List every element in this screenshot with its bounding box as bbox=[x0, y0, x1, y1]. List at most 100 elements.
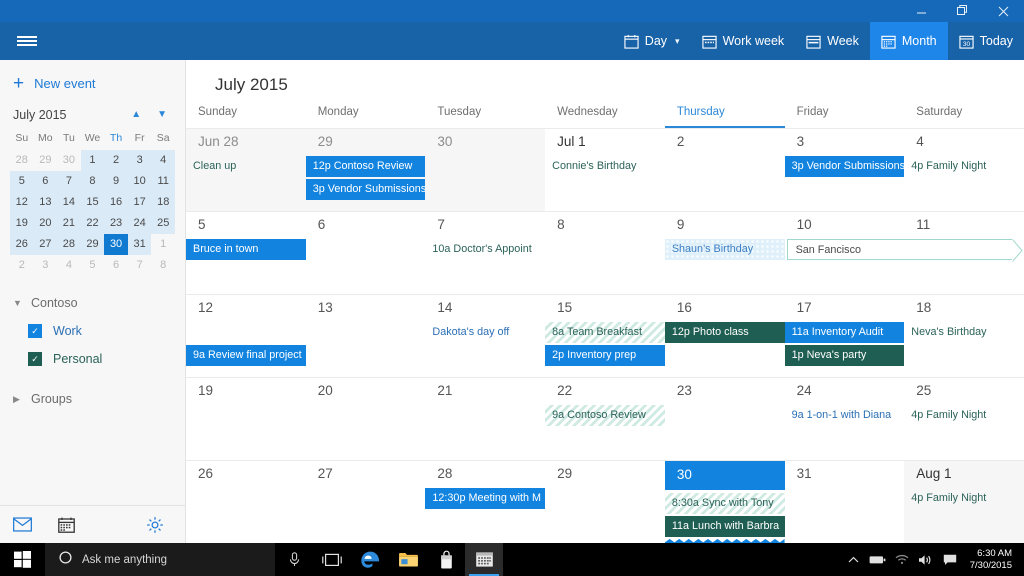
calendar-day-cell[interactable]: 158a Team Breakfast2p Inventory prep bbox=[545, 294, 665, 377]
action-center-icon[interactable] bbox=[938, 554, 962, 566]
calendar-event[interactable]: 4p Family Night bbox=[904, 156, 1024, 177]
taskbar-app-edge[interactable] bbox=[351, 543, 389, 576]
mail-icon[interactable] bbox=[0, 517, 44, 532]
taskbar-clock[interactable]: 6:30 AM 7/30/2015 bbox=[962, 548, 1018, 572]
mini-calendar-day[interactable]: 30 bbox=[104, 234, 128, 255]
calendar-day-cell[interactable]: 229a Contoso Review bbox=[545, 377, 665, 460]
mini-calendar-day[interactable]: 15 bbox=[81, 192, 105, 213]
calendar-event[interactable]: 12:30p Meeting with M bbox=[425, 488, 545, 509]
mini-calendar-day[interactable]: 14 bbox=[57, 192, 81, 213]
calendar-event[interactable]: 3p Vendor Submissions bbox=[306, 179, 426, 200]
groups-section[interactable]: ▶ Groups bbox=[0, 385, 185, 413]
mini-calendar-day[interactable]: 29 bbox=[81, 234, 105, 255]
mini-calendar-day[interactable]: 29 bbox=[34, 150, 58, 171]
maximize-restore-button[interactable] bbox=[942, 0, 983, 22]
task-view-icon[interactable] bbox=[313, 543, 351, 576]
calendar-day-cell[interactable]: 31 bbox=[785, 460, 905, 543]
close-button[interactable] bbox=[983, 0, 1024, 22]
calendar-event[interactable]: Connie's Birthday bbox=[545, 156, 665, 177]
calendar-day-cell[interactable]: 20 bbox=[306, 377, 426, 460]
chevron-down-icon[interactable]: ▾ bbox=[675, 36, 680, 47]
calendar-day-cell[interactable]: 710a Doctor's Appoint bbox=[425, 211, 545, 294]
calendar-day-cell[interactable]: 308:30a Sync with Tony11a Lunch with Bar… bbox=[665, 460, 785, 543]
calendar-day-cell[interactable]: Jun 28Clean up bbox=[186, 128, 306, 211]
account-group-contoso[interactable]: ▼ Contoso bbox=[0, 289, 185, 317]
mini-calendar-day[interactable]: 16 bbox=[104, 192, 128, 213]
mini-calendar-day[interactable]: 28 bbox=[57, 234, 81, 255]
mini-calendar-day[interactable]: 13 bbox=[34, 192, 58, 213]
calendar-day-cell[interactable]: 27 bbox=[306, 460, 426, 543]
mini-calendar-day[interactable]: 18 bbox=[151, 192, 175, 213]
calendar-day-cell[interactable]: 9Shaun's Birthday bbox=[665, 211, 785, 294]
chevron-up-icon[interactable]: ▲ bbox=[131, 110, 141, 120]
calendar-event[interactable]: 4p Family Night bbox=[904, 488, 1024, 509]
search-input[interactable]: Ask me anything bbox=[45, 543, 275, 576]
mini-calendar-day[interactable]: 3 bbox=[34, 255, 58, 276]
mini-calendar-day[interactable]: 21 bbox=[57, 213, 81, 234]
mini-calendar-day[interactable]: 26 bbox=[10, 234, 34, 255]
calendar-event[interactable]: 11a Lunch with Barbra bbox=[665, 516, 785, 537]
start-button[interactable] bbox=[0, 543, 45, 576]
mini-calendar-day[interactable]: 20 bbox=[34, 213, 58, 234]
view-button-month[interactable]: Month bbox=[870, 22, 948, 60]
new-event-button[interactable]: + New event bbox=[0, 60, 185, 105]
mini-calendar-day[interactable]: 25 bbox=[151, 213, 175, 234]
calendar-day-cell[interactable]: 2 bbox=[665, 128, 785, 211]
battery-icon[interactable] bbox=[866, 555, 890, 565]
calendar-event[interactable]: 12p Photo class bbox=[665, 322, 785, 343]
mini-calendar-day[interactable]: 7 bbox=[128, 255, 152, 276]
calendar-day-cell[interactable]: 254p Family Night bbox=[904, 377, 1024, 460]
mini-calendar-day[interactable]: 28 bbox=[10, 150, 34, 171]
mini-calendar-day[interactable]: 9 bbox=[104, 171, 128, 192]
calendar-day-cell[interactable]: Jul 1Connie's Birthday bbox=[545, 128, 665, 211]
calendar-day-cell[interactable]: 249a 1-on-1 with Diana bbox=[785, 377, 905, 460]
mini-calendar-day[interactable]: 1 bbox=[81, 150, 105, 171]
mini-calendar-day[interactable]: 10 bbox=[128, 171, 152, 192]
calendar-event[interactable]: 12p Contoso Review bbox=[306, 156, 426, 177]
calendar-item-work[interactable]: ✓ Work bbox=[0, 317, 185, 345]
minimize-button[interactable] bbox=[901, 0, 942, 22]
mini-calendar-day[interactable]: 5 bbox=[81, 255, 105, 276]
today-button[interactable]: 30 Today bbox=[948, 22, 1024, 60]
calendar-day-cell[interactable]: 21 bbox=[425, 377, 545, 460]
mini-calendar-day[interactable]: 31 bbox=[128, 234, 152, 255]
mini-calendar-day[interactable]: 1 bbox=[151, 234, 175, 255]
calendar-event-multiday[interactable]: San Fancisco bbox=[787, 239, 1012, 260]
view-button-week[interactable]: Week bbox=[795, 22, 870, 60]
taskbar-app-file-explorer[interactable] bbox=[389, 543, 427, 576]
calendar-day-cell[interactable]: 44p Family Night bbox=[904, 128, 1024, 211]
view-button-work-week[interactable]: Work week bbox=[691, 22, 796, 60]
calendar-event[interactable]: 11a Inventory Audit bbox=[785, 322, 905, 343]
mini-calendar-day[interactable]: 6 bbox=[104, 255, 128, 276]
calendar-day-cell[interactable]: 30 bbox=[425, 128, 545, 211]
calendar-day-cell[interactable]: 23 bbox=[665, 377, 785, 460]
calendar-event[interactable]: 3p Vendor Submissions bbox=[785, 156, 905, 177]
calendar-day-cell[interactable]: 19 bbox=[186, 377, 306, 460]
mini-calendar-day[interactable]: 4 bbox=[57, 255, 81, 276]
mini-calendar-day[interactable]: 2 bbox=[10, 255, 34, 276]
calendar-day-cell[interactable]: 2812:30p Meeting with M bbox=[425, 460, 545, 543]
calendar-day-cell[interactable]: 29 bbox=[545, 460, 665, 543]
mini-calendar-day[interactable]: 5 bbox=[10, 171, 34, 192]
calendar-item-personal[interactable]: ✓ Personal bbox=[0, 345, 185, 373]
calendar-day-cell[interactable]: 1711a Inventory Audit1p Neva's party bbox=[785, 294, 905, 377]
calendar-event[interactable]: Shaun's Birthday bbox=[665, 239, 785, 260]
wifi-icon[interactable] bbox=[890, 554, 914, 565]
mini-calendar-day[interactable]: 30 bbox=[57, 150, 81, 171]
mini-calendar-day[interactable]: 24 bbox=[128, 213, 152, 234]
calendar-day-cell[interactable]: 18Neva's Birthday bbox=[904, 294, 1024, 377]
checkbox-personal[interactable]: ✓ bbox=[28, 352, 42, 366]
calendar-day-cell[interactable]: 8 bbox=[545, 211, 665, 294]
mini-calendar-day[interactable]: 19 bbox=[10, 213, 34, 234]
taskbar-app-calendar[interactable] bbox=[465, 543, 503, 576]
mini-calendar-day[interactable]: 3 bbox=[128, 150, 152, 171]
checkbox-work[interactable]: ✓ bbox=[28, 324, 42, 338]
mini-calendar-day[interactable]: 8 bbox=[151, 255, 175, 276]
calendar-day-cell[interactable]: 26 bbox=[186, 460, 306, 543]
calendar-event[interactable]: 9a Contoso Review bbox=[545, 405, 665, 426]
calendar-event[interactable]: Neva's Birthday bbox=[904, 322, 1024, 343]
calendar-day-cell[interactable]: 2912p Contoso Review3p Vendor Submission… bbox=[306, 128, 426, 211]
mini-calendar-day[interactable]: 2 bbox=[104, 150, 128, 171]
mini-calendar-day[interactable]: 8 bbox=[81, 171, 105, 192]
volume-icon[interactable] bbox=[914, 554, 938, 566]
